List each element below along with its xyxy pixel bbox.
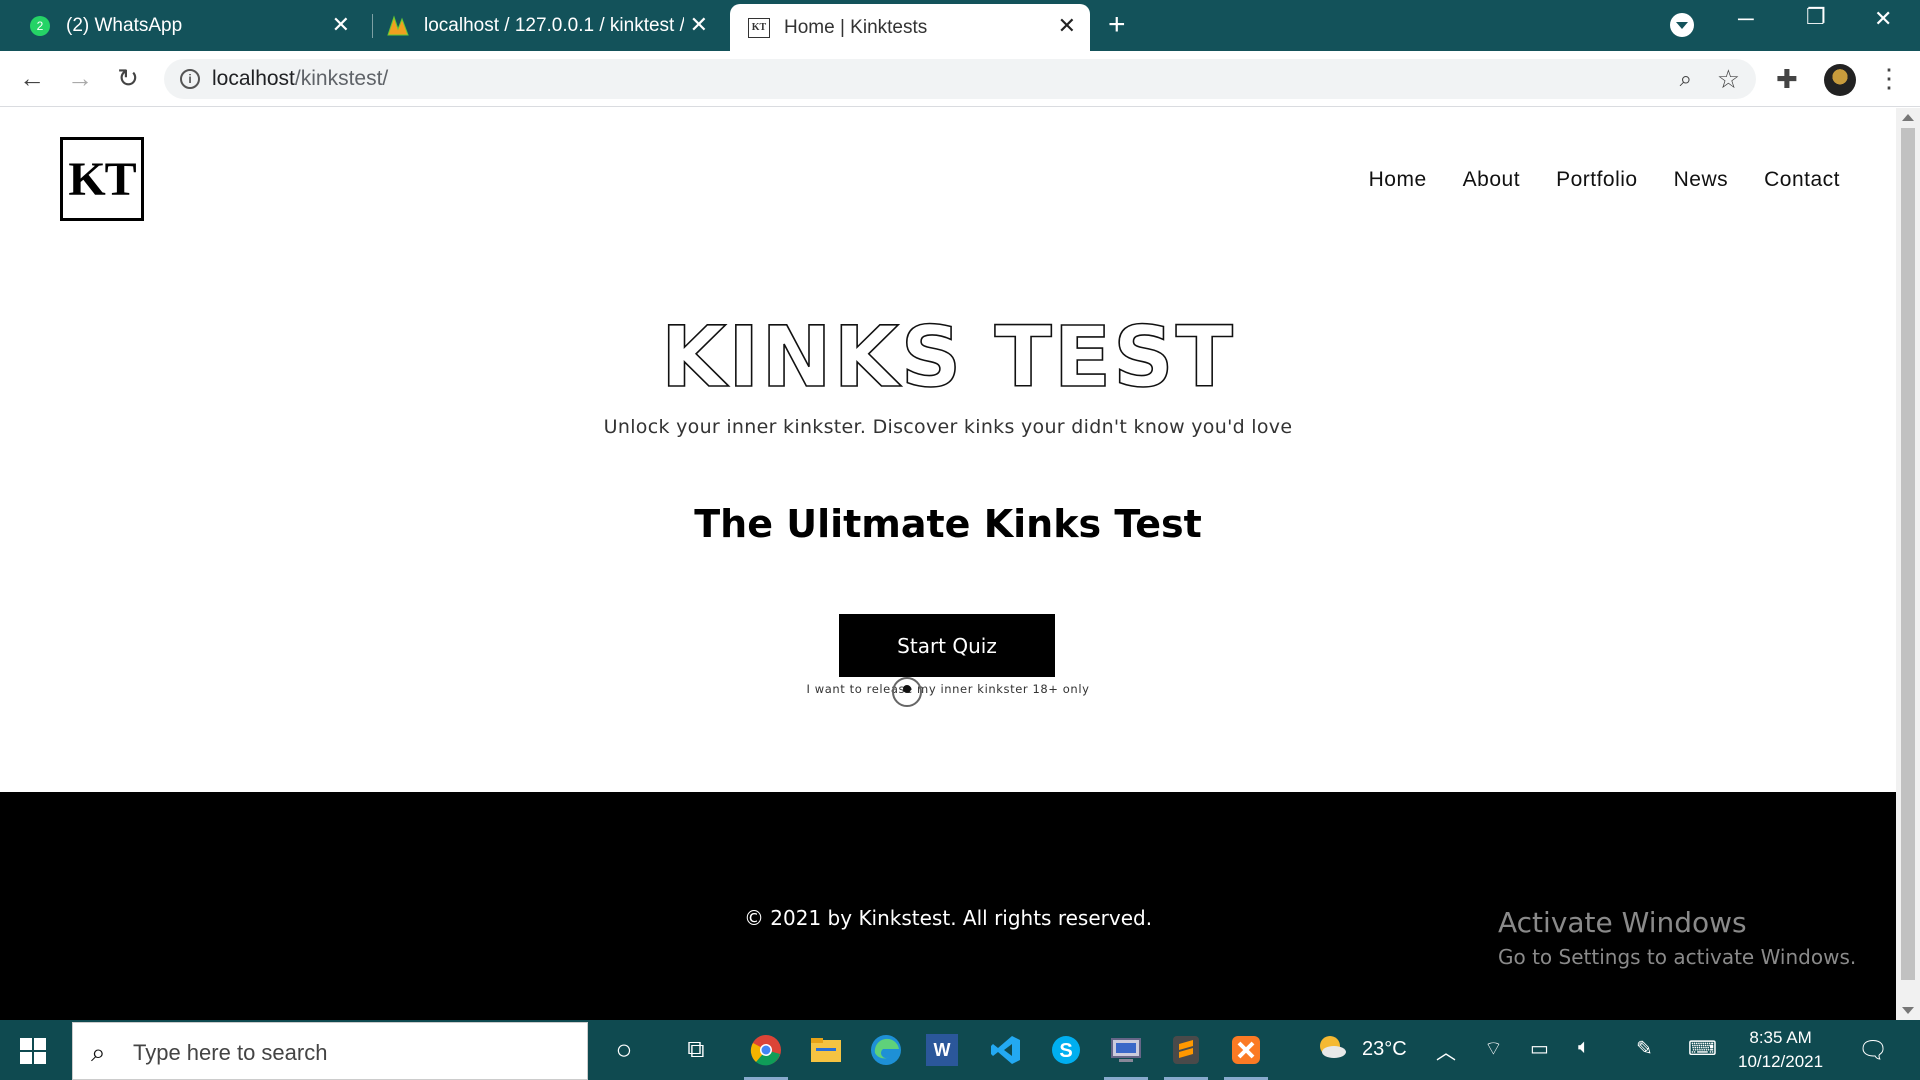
- close-icon[interactable]: ✕: [332, 13, 350, 37]
- file-explorer-icon[interactable]: [806, 1030, 846, 1070]
- section-heading: The Ulitmate Kinks Test: [694, 502, 1202, 546]
- scroll-up-arrow-icon[interactable]: [1902, 114, 1914, 121]
- tab-whatsapp[interactable]: 2 (2) WhatsApp ✕: [28, 0, 364, 51]
- windows-start-icon[interactable]: [20, 1038, 48, 1064]
- profile-avatar[interactable]: [1824, 64, 1856, 96]
- tab-search-button[interactable]: [1670, 13, 1694, 37]
- restore-button[interactable]: ❐: [1806, 4, 1826, 30]
- chrome-icon[interactable]: [744, 1030, 788, 1080]
- clock-date: 10/12/2021: [1738, 1052, 1824, 1071]
- scroll-down-arrow-icon[interactable]: [1902, 1007, 1914, 1014]
- nav-contact[interactable]: Contact: [1764, 168, 1840, 192]
- vscode-icon[interactable]: [986, 1030, 1026, 1070]
- tab-divider: [372, 14, 373, 38]
- keyboard-icon[interactable]: ⌨: [1688, 1036, 1717, 1061]
- activate-windows-watermark: Activate Windows Go to Settings to activ…: [1498, 906, 1856, 969]
- kt-favicon: KT: [748, 17, 770, 38]
- xampp-icon[interactable]: [1224, 1030, 1268, 1080]
- scrollbar-thumb[interactable]: [1901, 128, 1915, 980]
- svg-text:2: 2: [37, 19, 44, 33]
- watermark-subtitle: Go to Settings to activate Windows.: [1498, 945, 1857, 969]
- browser-menu-icon[interactable]: ⋮: [1876, 63, 1902, 93]
- search-icon: ⌕: [91, 1037, 106, 1067]
- skype-icon[interactable]: S: [1046, 1030, 1086, 1070]
- battery-icon[interactable]: ▭: [1530, 1036, 1549, 1061]
- tab-phpmyadmin[interactable]: localhost / 127.0.0.1 / kinktest / c ✕: [386, 0, 722, 51]
- weather-temperature[interactable]: 23°C: [1362, 1038, 1407, 1061]
- main-nav: Home About Portfolio News Contact: [1369, 168, 1840, 192]
- edge-icon[interactable]: [866, 1030, 906, 1070]
- sublime-text-icon[interactable]: [1164, 1030, 1208, 1080]
- close-icon[interactable]: ✕: [690, 13, 708, 37]
- pen-icon[interactable]: ✎: [1636, 1036, 1653, 1061]
- tab-kinktests[interactable]: KT Home | Kinktests ✕: [730, 4, 1090, 51]
- notifications-icon[interactable]: 🗨︎: [1858, 1036, 1888, 1065]
- wifi-icon[interactable]: ⌔: [1484, 1036, 1503, 1061]
- phpmyadmin-icon: [386, 14, 410, 38]
- hero-tagline: Unlock your inner kinkster. Discover kin…: [603, 416, 1293, 438]
- chevron-up-icon[interactable]: ︿: [1436, 1036, 1456, 1065]
- windows-taskbar: ⌕ Type here to search ○ ⧉ W S 23°C ︿ ⌔ ▭…: [0, 1020, 1920, 1080]
- start-quiz-button[interactable]: Start Quiz: [839, 614, 1055, 677]
- reload-button[interactable]: ↻: [112, 62, 144, 94]
- clock-time: 8:35 AM: [1749, 1028, 1812, 1047]
- taskbar-search-box[interactable]: ⌕ Type here to search: [72, 1022, 588, 1080]
- mouse-cursor-icon: [892, 677, 922, 707]
- address-bar[interactable]: i localhost/kinkstest/ ⌕ ☆: [164, 59, 1756, 99]
- tab-title: (2) WhatsApp: [66, 14, 183, 36]
- page-viewport: KT Home About Portfolio News Contact KIN…: [0, 108, 1896, 1020]
- bookmark-star-icon[interactable]: ☆: [1717, 64, 1740, 95]
- tab-title: Home | Kinktests: [784, 16, 928, 38]
- nav-news[interactable]: News: [1674, 168, 1729, 192]
- extensions-puzzle-icon[interactable]: ✚: [1776, 64, 1798, 95]
- info-icon[interactable]: i: [180, 69, 200, 89]
- page-scrollbar[interactable]: [1896, 108, 1920, 1020]
- minimize-button[interactable]: ─: [1738, 6, 1754, 32]
- nav-about[interactable]: About: [1463, 168, 1520, 192]
- new-tab-button[interactable]: +: [1108, 10, 1126, 40]
- search-placeholder: Type here to search: [133, 1040, 328, 1065]
- weather-sun-icon[interactable]: [1316, 1032, 1348, 1068]
- word-icon[interactable]: W: [926, 1034, 958, 1066]
- svg-text:S: S: [1059, 1040, 1072, 1062]
- volume-icon[interactable]: 🔈︎: [1578, 1036, 1590, 1059]
- zoom-icon[interactable]: ⌕: [1680, 66, 1692, 92]
- hero-title: KINKS TEST: [660, 307, 1235, 407]
- site-logo[interactable]: KT: [60, 137, 144, 221]
- url-text[interactable]: localhost/kinkstest/: [212, 67, 388, 91]
- back-button[interactable]: ←: [16, 62, 48, 94]
- browser-tab-strip: 2 (2) WhatsApp ✕ localhost / 127.0.0.1 /…: [0, 0, 1920, 51]
- network-app-icon[interactable]: [1104, 1030, 1148, 1080]
- close-window-button[interactable]: ✕: [1874, 6, 1892, 32]
- cortana-icon[interactable]: ○: [604, 1030, 644, 1070]
- age-disclaimer: I want to release my inner kinkster 18+ …: [806, 682, 1090, 696]
- whatsapp-icon: 2: [28, 14, 52, 38]
- taskbar-clock[interactable]: 8:35 AM 10/12/2021: [1738, 1026, 1823, 1074]
- nav-portfolio[interactable]: Portfolio: [1556, 168, 1638, 192]
- watermark-title: Activate Windows: [1498, 906, 1747, 939]
- task-view-icon[interactable]: ⧉: [676, 1030, 716, 1070]
- browser-toolbar: ← → ↻ i localhost/kinkstest/ ⌕ ☆ ✚ ⋮: [0, 51, 1920, 107]
- tab-title: localhost / 127.0.0.1 / kinktest / c: [424, 14, 684, 36]
- close-icon[interactable]: ✕: [1058, 14, 1076, 38]
- forward-button[interactable]: →: [64, 62, 96, 94]
- nav-home[interactable]: Home: [1369, 168, 1427, 192]
